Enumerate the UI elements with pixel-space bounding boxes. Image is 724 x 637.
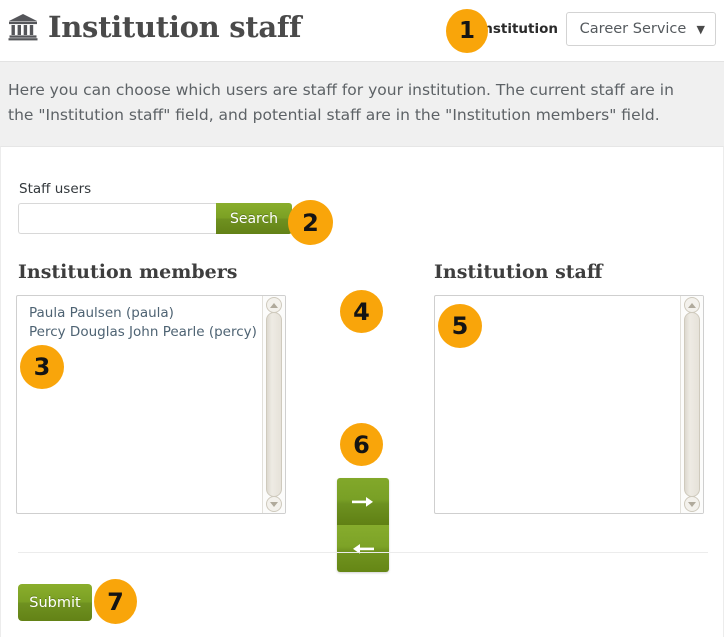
scroll-up-arrow-icon[interactable] xyxy=(684,297,700,313)
list-item[interactable]: Paula Paulsen (paula) xyxy=(29,304,261,323)
callout-badge-4: 4 xyxy=(340,290,383,333)
callout-badge-1: 1 xyxy=(446,9,488,53)
remove-from-staff-button[interactable] xyxy=(337,525,389,572)
list-item[interactable]: Percy Douglas John Pearle (percy) xyxy=(29,323,261,342)
scroll-up-arrow-icon[interactable] xyxy=(266,297,282,313)
search-input[interactable] xyxy=(18,203,216,234)
staff-users-label: Staff users xyxy=(19,181,92,197)
staff-scrollbar[interactable] xyxy=(680,296,703,513)
callout-badge-7: 7 xyxy=(94,579,137,624)
institution-selector-group: Institution Career Service ▼ xyxy=(478,12,716,46)
members-scrollbar-thumb[interactable] xyxy=(266,312,282,497)
callout-badge-2: 2 xyxy=(288,200,333,245)
description-text: Here you can choose which users are staf… xyxy=(8,81,674,124)
callout-badge-5: 5 xyxy=(438,304,482,348)
institution-members-options: Paula Paulsen (paula) Percy Douglas John… xyxy=(17,296,261,513)
callout-badge-3: 3 xyxy=(20,345,64,389)
page-root: Institution staff Institution Career Ser… xyxy=(0,0,724,637)
page-header: Institution staff Institution Career Ser… xyxy=(0,0,724,62)
members-scrollbar[interactable] xyxy=(262,296,285,513)
page-title-group: Institution staff xyxy=(8,10,301,44)
institution-staff-heading: Institution staff xyxy=(434,261,603,283)
institution-members-heading: Institution members xyxy=(18,261,238,283)
callout-badge-6: 6 xyxy=(340,423,383,466)
institution-label: Institution xyxy=(478,21,558,37)
institution-select-value: Career Service xyxy=(579,21,687,37)
scroll-down-arrow-icon[interactable] xyxy=(266,496,282,512)
institution-members-listbox[interactable]: Paula Paulsen (paula) Percy Douglas John… xyxy=(16,295,286,514)
institution-select[interactable]: Career Service ▼ xyxy=(566,12,716,46)
form-panel: Staff users Search Institution members I… xyxy=(0,146,724,637)
arrow-right-icon xyxy=(352,496,373,507)
chevron-down-icon: ▼ xyxy=(696,22,705,36)
form-divider xyxy=(18,552,708,553)
add-to-staff-button[interactable] xyxy=(337,478,389,525)
description-band: Here you can choose which users are staf… xyxy=(0,62,724,146)
page-title: Institution staff xyxy=(48,10,302,44)
search-row: Search xyxy=(18,203,292,234)
scroll-down-arrow-icon[interactable] xyxy=(684,496,700,512)
transfer-button-group xyxy=(337,478,389,572)
search-button[interactable]: Search xyxy=(216,203,292,234)
submit-button[interactable]: Submit xyxy=(18,584,92,621)
bank-institution-icon xyxy=(8,13,38,41)
staff-scrollbar-thumb[interactable] xyxy=(684,312,700,497)
